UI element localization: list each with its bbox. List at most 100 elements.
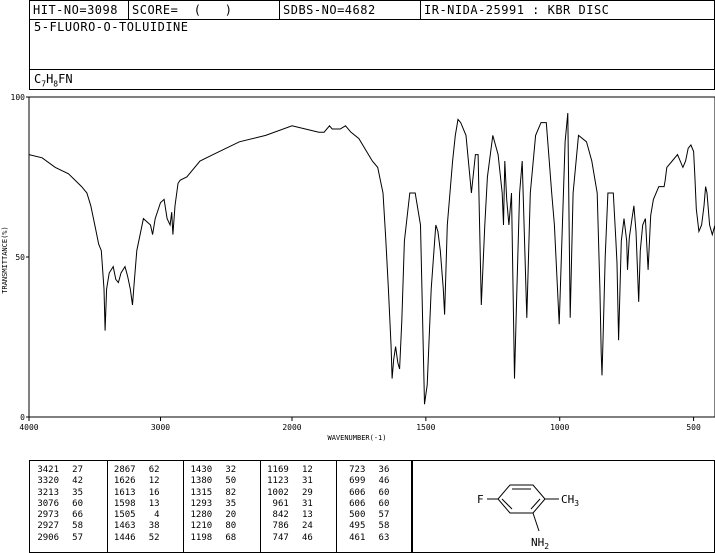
peak-row: 2973 66 [32, 510, 83, 521]
peak-transmittance: 60 [378, 498, 390, 509]
plot-frame [28, 96, 715, 418]
peak-row: 1280 20 [185, 510, 237, 521]
peak-wavenumber: 1430 [190, 465, 213, 475]
peak-row: 1198 68 [185, 532, 237, 544]
peak-row: 3213 35 [32, 488, 83, 499]
peak-transmittance: 20 [225, 510, 237, 521]
peak-column: 1430 32 1380 50 1315 82 1293 35 1280 20 1210 80 1198… [185, 465, 237, 544]
peak-row: 1430 32 [185, 465, 237, 476]
peak-transmittance: 42 [72, 476, 83, 487]
peak-wavenumber: 1169 [267, 465, 289, 475]
peak-transmittance: 13 [301, 510, 313, 521]
peak-row: 699 46 [338, 476, 389, 487]
x-tick-label: 4000 [19, 423, 38, 432]
peak-wavenumber: 3076 [37, 498, 59, 509]
peak-transmittance: 27 [72, 465, 83, 475]
peak-row: 606 60 [338, 499, 389, 510]
y-tick-label: 100 [11, 93, 26, 102]
peak-wavenumber: 1210 [190, 521, 213, 532]
peak-transmittance: 29 [301, 487, 313, 498]
peak-row: 1002 29 [262, 488, 313, 499]
peak-row: 1210 80 [185, 521, 237, 532]
peak-row: 723 36 [338, 465, 389, 476]
peak-transmittance: 58 [378, 521, 390, 532]
fluorine-label: F [477, 493, 484, 506]
peak-transmittance: 57 [72, 532, 83, 543]
peak-transmittance: 16 [148, 487, 160, 498]
peak-column: 2867 62 1626 12 1613 16 1598 13 1505 4 1463 38 1446 5… [109, 465, 160, 544]
peak-row: 3421 27 [32, 465, 83, 476]
peak-wavenumber: 2867 [113, 465, 136, 475]
peak-row: 1598 13 [109, 499, 160, 510]
peak-wavenumber: 3213 [37, 487, 59, 498]
peak-wavenumber: 1505 [113, 510, 136, 521]
peak-transmittance: 12 [148, 476, 160, 487]
peak-transmittance: 46 [301, 532, 313, 543]
y-axis-label: TRANSMITTANCE(%) [1, 226, 9, 293]
peak-column: 1169 12 1123 31 1002 29 961 31 842 13 786 24 747 46 [262, 465, 313, 544]
peak-wavenumber: 500 [349, 510, 366, 521]
peak-wavenumber: 699 [349, 476, 366, 487]
peak-wavenumber: 842 [272, 510, 289, 521]
y-tick-label: 50 [15, 253, 25, 262]
peak-row: 1123 31 [262, 476, 313, 487]
methyl-label: CH3 [561, 493, 579, 508]
peak-transmittance: 13 [148, 498, 160, 509]
x-tick-label: 3000 [151, 423, 170, 432]
peak-wavenumber: 1002 [267, 487, 289, 498]
peak-transmittance: 35 [72, 487, 83, 498]
x-tick-label: 1000 [550, 423, 569, 432]
peak-column-separator [106, 461, 108, 552]
peak-transmittance: 60 [72, 498, 83, 509]
peak-transmittance: 57 [378, 510, 390, 521]
peak-transmittance: 50 [225, 476, 237, 487]
peak-wavenumber: 723 [349, 465, 366, 475]
x-axis-label: WAVENUMBER(-1) [327, 434, 386, 442]
peak-transmittance: 12 [301, 465, 313, 475]
peak-column-separator [183, 461, 185, 552]
peak-transmittance: 58 [72, 521, 83, 532]
y-tick-label: 0 [20, 413, 25, 422]
peak-table: 3421 27 3320 42 3213 35 3076 60 2973 66 2927 58 2906… [29, 460, 412, 553]
peak-wavenumber: 461 [349, 532, 366, 543]
spectrum-line [28, 112, 715, 405]
peak-row: 842 13 [262, 510, 313, 521]
peak-transmittance: 35 [225, 498, 237, 509]
x-tick-label: 2000 [282, 423, 301, 432]
peak-row: 606 60 [338, 488, 389, 499]
peak-wavenumber: 747 [272, 532, 289, 543]
peak-column: 723 36 699 46 606 60 606 60 500 57 495 58 461 63 [338, 465, 389, 544]
peak-transmittance: 46 [378, 476, 390, 487]
structure-box: F CH3 NH2 [412, 460, 715, 553]
peak-wavenumber: 495 [349, 521, 366, 532]
amino-label: NH2 [531, 536, 549, 551]
peak-row: 961 31 [262, 499, 313, 510]
peak-transmittance: 36 [378, 465, 390, 475]
peak-row: 500 57 [338, 510, 389, 521]
peak-transmittance: 31 [301, 498, 313, 509]
peak-row: 1380 50 [185, 476, 237, 487]
peak-transmittance: 52 [148, 532, 160, 543]
peak-wavenumber: 2927 [37, 521, 59, 532]
peak-transmittance: 66 [72, 510, 83, 521]
structure-diagram: F CH3 NH2 [477, 484, 579, 551]
peak-row: 2906 57 [32, 533, 83, 544]
peak-wavenumber: 1198 [190, 532, 213, 543]
peak-row: 495 58 [338, 521, 389, 532]
peak-transmittance: 24 [301, 521, 313, 532]
peak-wavenumber: 786 [272, 521, 289, 532]
peak-wavenumber: 1446 [113, 532, 136, 543]
peak-column-separator [259, 461, 261, 552]
peak-row: 3320 42 [32, 476, 83, 487]
peak-wavenumber: 1315 [190, 487, 213, 498]
peak-row: 1293 35 [185, 498, 237, 510]
peak-transmittance: 32 [225, 465, 237, 475]
peak-wavenumber: 1626 [113, 476, 136, 487]
peak-wavenumber: 1380 [190, 476, 213, 487]
peak-transmittance: 63 [378, 532, 390, 543]
peak-row: 1613 16 [109, 488, 160, 499]
peak-wavenumber: 1293 [190, 498, 213, 509]
peak-transmittance: 68 [225, 532, 237, 543]
peak-transmittance: 4 [154, 510, 160, 521]
peak-wavenumber: 1123 [267, 476, 289, 487]
